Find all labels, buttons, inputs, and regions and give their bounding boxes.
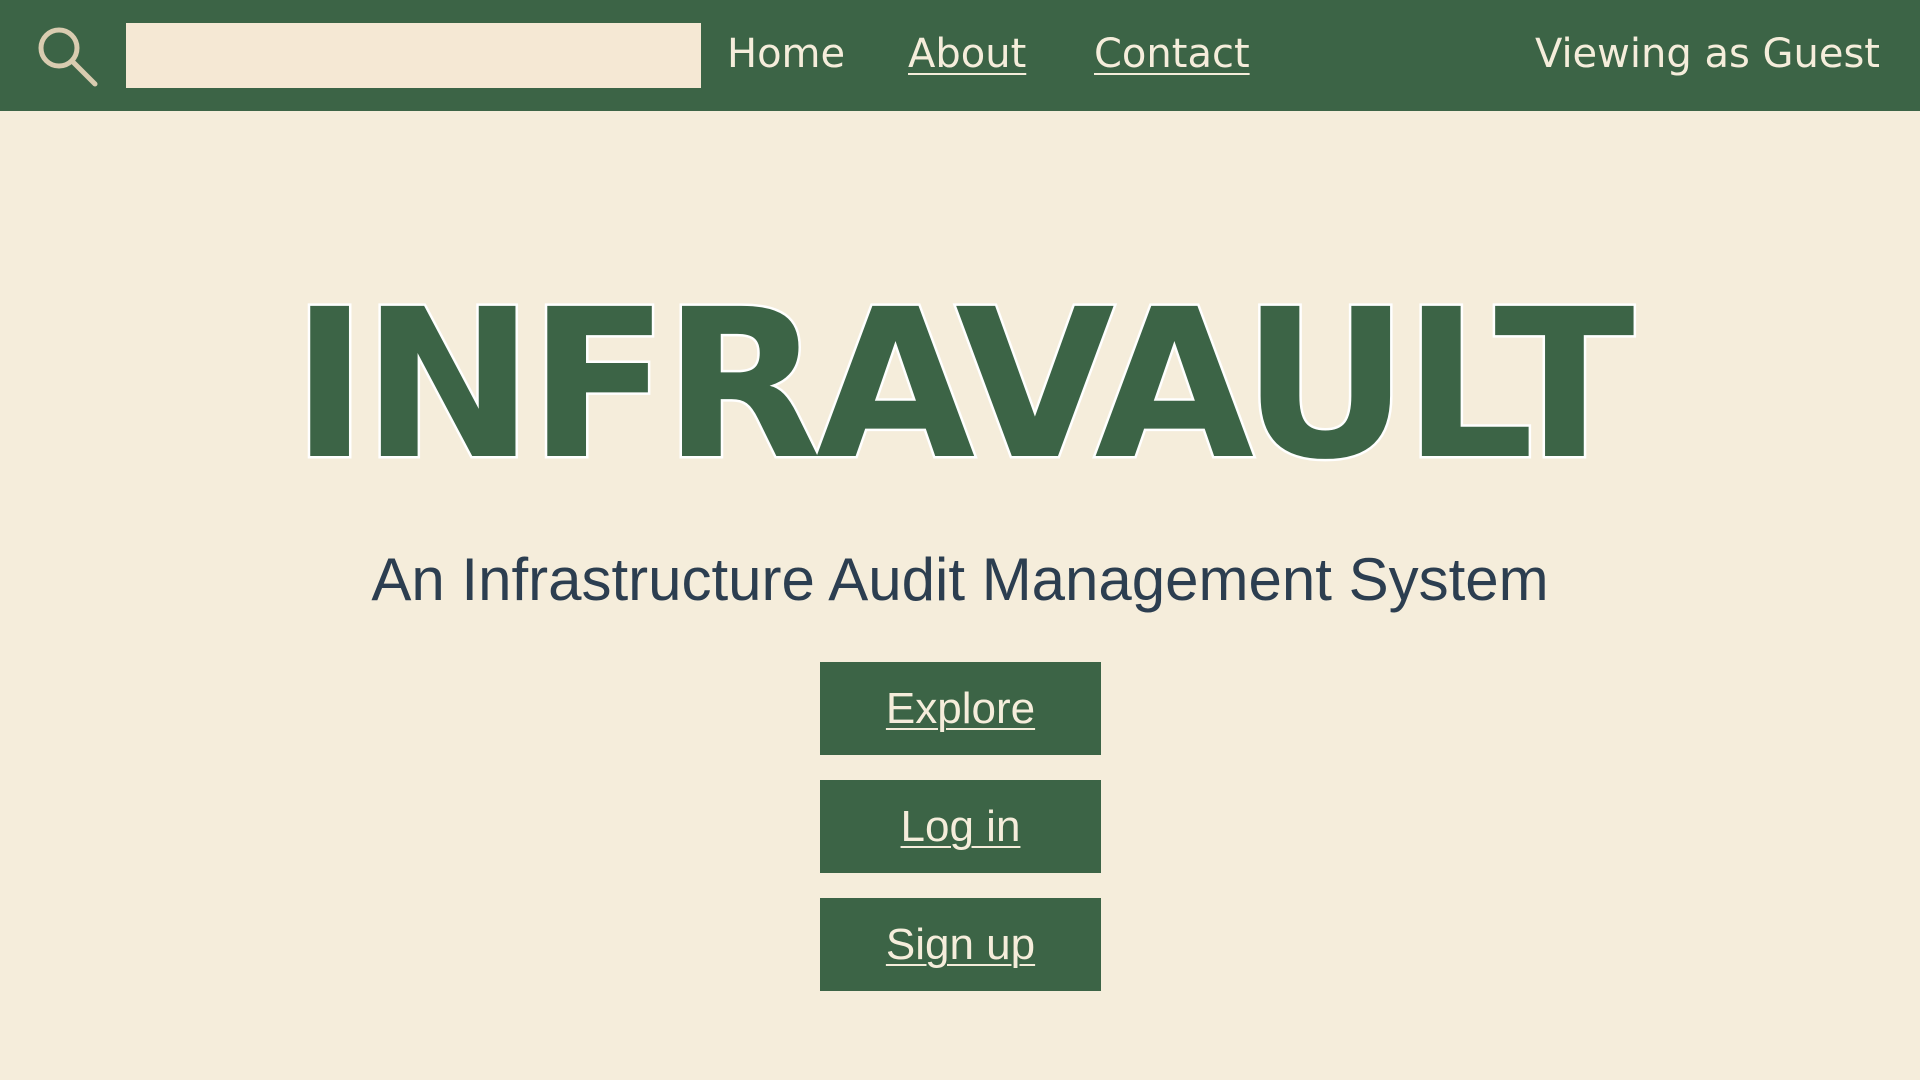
search-icon[interactable] — [33, 22, 103, 92]
nav-link-contact[interactable]: Contact — [1094, 26, 1250, 82]
top-navigation-bar: Home About Contact Viewing as Guest — [0, 0, 1920, 111]
explore-button[interactable]: Explore — [820, 662, 1101, 755]
app-title: INFRAVAULT — [289, 265, 1637, 505]
signup-button[interactable]: Sign up — [820, 898, 1101, 991]
search-input[interactable] — [126, 23, 701, 88]
nav-link-home[interactable]: Home — [727, 26, 845, 82]
login-button[interactable]: Log in — [820, 780, 1101, 873]
nav-link-about[interactable]: About — [908, 26, 1026, 82]
app-subtitle: An Infrastructure Audit Management Syste… — [371, 546, 1549, 613]
user-status-label: Viewing as Guest — [1534, 31, 1880, 77]
